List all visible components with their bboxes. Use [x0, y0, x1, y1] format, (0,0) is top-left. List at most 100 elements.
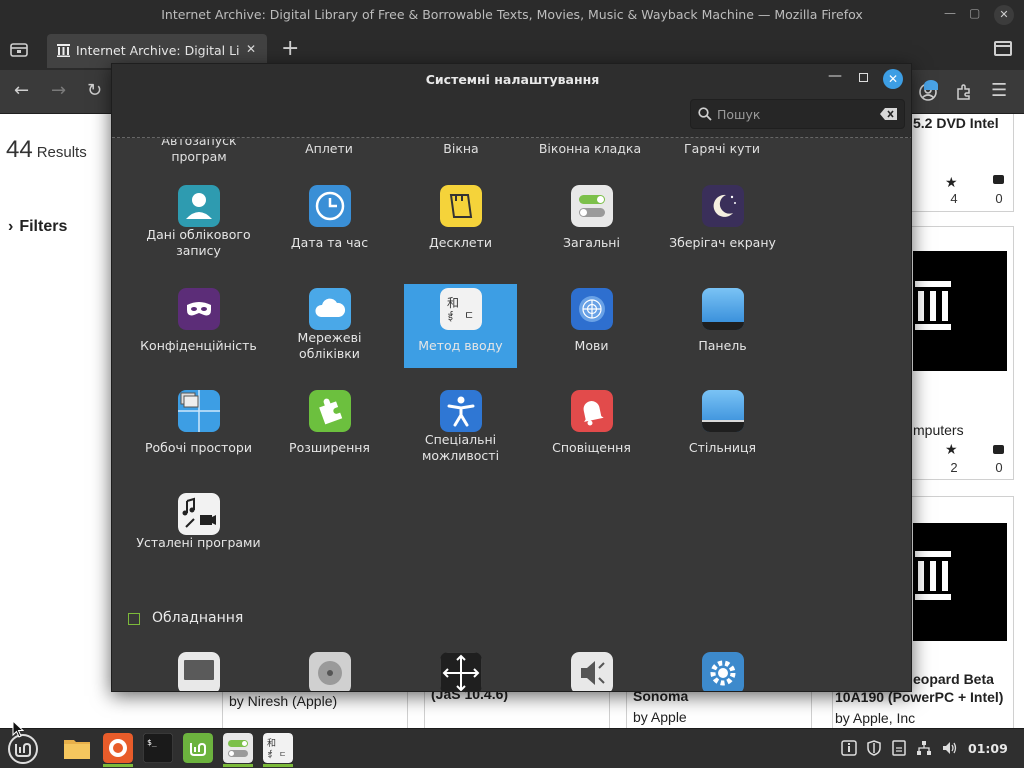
cloud-icon	[309, 288, 351, 330]
window-title: Internet Archive: Digital Library of Fre…	[161, 7, 863, 22]
item-label-hot-corners[interactable]: Гарячі кути	[662, 141, 782, 157]
workspaces-icon	[178, 390, 220, 432]
svg-text:和: 和	[267, 738, 276, 749]
clock-icon	[309, 185, 351, 227]
comment-icon	[993, 175, 1004, 184]
card-creator: by Niresh (Apple)	[229, 693, 338, 709]
card-title: 5.2 DVD Intel	[913, 115, 999, 131]
active-indicator	[103, 764, 133, 767]
close-window-button[interactable]: ✕	[994, 5, 1014, 25]
search-input[interactable]	[717, 104, 877, 124]
new-tab-button[interactable]: +	[281, 36, 299, 62]
notes-icon[interactable]	[891, 740, 907, 756]
sound-icon[interactable]	[571, 652, 613, 692]
gear-icon[interactable]	[702, 652, 744, 692]
item-label: Робочі простори	[145, 440, 252, 455]
clock[interactable]: 01:09	[968, 741, 1008, 756]
settings-item-workspaces[interactable]: Робочі простори	[142, 386, 255, 470]
taskbar: $_ 和 ㄷ ई 01:09	[0, 728, 1024, 768]
settings-item-languages[interactable]: Мови	[535, 284, 648, 368]
item-label: Метод вводу	[418, 338, 503, 353]
settings-item-date-time[interactable]: Дата та час	[273, 181, 386, 265]
display-icon[interactable]	[178, 652, 220, 692]
settings-item-screensaver[interactable]: Зберігач екрану	[666, 181, 779, 265]
svg-text:ㄷ: ㄷ	[279, 750, 286, 759]
settings-title: Системні налаштування	[425, 72, 600, 87]
clear-search-icon[interactable]	[880, 108, 898, 120]
item-label-windows[interactable]: Вікна	[401, 141, 521, 157]
input-method-icon: 和 ㄷ ई	[440, 288, 482, 330]
item-label-window-tiling[interactable]: Віконна кладка	[530, 141, 650, 157]
profile-badge	[924, 80, 938, 90]
settings-item-accessibility[interactable]: Спеціальні можливості	[404, 386, 517, 470]
privacy-mask-icon	[178, 288, 220, 330]
item-label-applets[interactable]: Аплети	[269, 141, 389, 157]
maximize-button[interactable]: ▢	[969, 6, 980, 20]
disks-icon[interactable]	[309, 652, 351, 692]
general-toggle-icon	[571, 185, 613, 227]
minimize-button[interactable]: —	[944, 6, 956, 20]
settings-item-online-accounts[interactable]: Мережеві обліківки	[273, 284, 386, 368]
screen-resize-icon[interactable]	[440, 652, 482, 692]
settings-toggle-icon[interactable]	[223, 733, 253, 763]
files-icon[interactable]	[62, 733, 92, 763]
close-button[interactable]: ✕	[883, 69, 903, 89]
shield-icon[interactable]	[866, 740, 882, 756]
mouse-cursor-icon	[12, 720, 24, 738]
item-label: Сповіщення	[552, 440, 631, 455]
settings-body: Автозапуск програм Аплети Вікна Віконна …	[112, 139, 911, 692]
input-method-icon[interactable]: 和 ㄷ ई	[263, 733, 293, 763]
panel-icon	[702, 288, 744, 330]
tab-list-icon[interactable]	[8, 40, 30, 60]
settings-item-desktop[interactable]: Стільниця	[666, 386, 779, 470]
firefox-view-icon[interactable]	[994, 41, 1012, 56]
back-icon[interactable]: ←	[14, 81, 29, 101]
settings-header: Системні налаштування — ✕	[112, 64, 911, 138]
extensions-icon[interactable]	[954, 82, 974, 102]
card-title: mputers	[913, 422, 964, 438]
card-creator: by Apple, Inc	[835, 710, 916, 726]
settings-item-general[interactable]: Загальні	[535, 181, 648, 265]
network-icon[interactable]	[916, 740, 932, 756]
settings-item-privacy[interactable]: Конфіденційність	[140, 284, 257, 368]
moon-icon	[702, 185, 744, 227]
settings-item-panel[interactable]: Панель	[666, 284, 779, 368]
maximize-button[interactable]	[859, 73, 868, 82]
archive-favicon	[57, 44, 70, 57]
card-thumbnail	[913, 251, 1007, 371]
favorite-star-icon: ★	[945, 175, 958, 191]
firefox-icon[interactable]	[103, 733, 133, 763]
terminal-icon[interactable]: $_	[143, 733, 173, 763]
minimize-button[interactable]: —	[828, 68, 842, 84]
item-label: Мережеві обліківки	[297, 330, 362, 361]
search-icon	[698, 107, 712, 121]
settings-item-extensions[interactable]: Розширення	[273, 386, 386, 470]
card-creator: by Apple	[633, 709, 687, 725]
comment-icon	[993, 445, 1004, 454]
volume-icon[interactable]	[942, 740, 958, 756]
svg-text:$_: $_	[147, 738, 157, 747]
desktop-icon	[702, 390, 744, 432]
favorites-count: 2	[950, 460, 958, 475]
settings-item-input-method[interactable]: 和 ㄷ ई Метод вводу	[404, 284, 517, 368]
search-box[interactable]	[690, 99, 905, 129]
item-label-autostart[interactable]: Автозапуск програм	[139, 139, 259, 165]
close-icon[interactable]: ✕	[246, 42, 256, 56]
reviews-count: 0	[995, 460, 1003, 475]
reload-icon[interactable]: ↻	[87, 81, 102, 101]
filters-toggle[interactable]: › Filters	[8, 218, 67, 236]
item-label: Зберігач екрану	[669, 235, 776, 250]
favorite-star-icon: ★	[945, 442, 958, 458]
mint-update-icon[interactable]	[183, 733, 213, 763]
tab-title: Internet Archive: Digital Lib	[76, 43, 240, 58]
settings-item-default-apps[interactable]: Усталені програми	[136, 489, 261, 573]
settings-item-notifications[interactable]: Сповіщення	[535, 386, 648, 470]
settings-item-account-details[interactable]: Дані облікового запису	[142, 181, 255, 265]
item-label: Стільниця	[688, 440, 757, 455]
settings-item-desklets[interactable]: Десклети	[404, 181, 517, 265]
item-label: Панель	[698, 338, 747, 353]
menu-icon[interactable]: ☰	[991, 81, 1007, 101]
info-icon[interactable]	[841, 740, 857, 756]
results-count: 44 Results	[6, 136, 87, 164]
forward-icon[interactable]: →	[51, 81, 66, 101]
